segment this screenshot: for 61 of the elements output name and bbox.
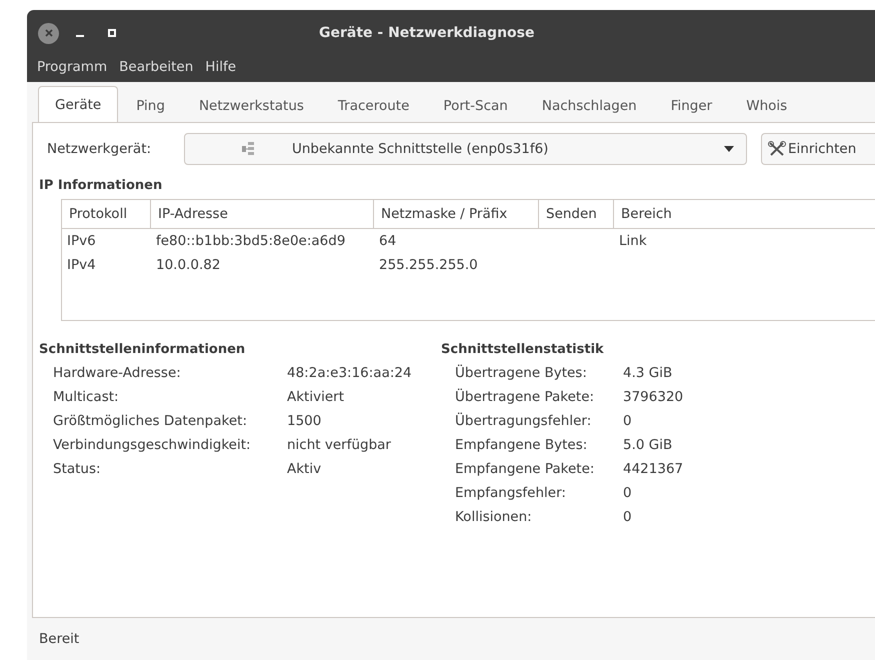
info-value: nicht verfügbar: [287, 436, 392, 455]
tools-icon: [768, 141, 786, 157]
table-cell-text: IPv4: [66, 257, 97, 273]
tab[interactable]: Port-Scan: [427, 89, 524, 123]
table-cell-text: 255.255.255.0: [378, 257, 479, 273]
stat-value: 5.0 GiB: [623, 436, 674, 455]
menu-item[interactable]: Hilfe: [203, 56, 246, 78]
table-cell-text: 10.0.0.82: [155, 257, 222, 273]
stat-label: Übertragene Bytes:: [455, 364, 588, 383]
configure-button[interactable]: Einrichten: [761, 133, 875, 165]
stat-value: 4.3 GiB: [623, 364, 674, 383]
info-value: Aktiv: [287, 460, 322, 479]
stat-value: 4421367: [623, 460, 684, 479]
table-cell-text: IPv6: [66, 233, 97, 249]
info-value: Aktiviert: [287, 388, 345, 407]
status-text: Bereit: [39, 631, 80, 647]
info-label: Status:: [53, 460, 102, 479]
device-dropdown[interactable]: Unbekannte Schnittstelle (enp0s31f6): [184, 133, 747, 165]
stat-label: Empfangsfehler:: [455, 484, 567, 503]
tab[interactable]: Netzwerkstatus: [182, 89, 320, 123]
caret-icon: [724, 146, 734, 152]
stat-value: 0: [623, 412, 633, 431]
tab[interactable]: Whois: [730, 89, 804, 123]
tab[interactable]: Geräte: [38, 86, 118, 123]
column-header[interactable]: IP-Adresse: [151, 200, 374, 228]
stat-label: Empfangene Pakete:: [455, 460, 596, 479]
info-label: Hardware-Adresse:: [53, 364, 182, 383]
section-heading: Schnittstellenstatistik: [440, 341, 605, 359]
column-header[interactable]: Senden: [539, 200, 614, 228]
stat-label: Übertragene Pakete:: [455, 388, 596, 407]
stat-value: 3796320: [623, 388, 684, 407]
info-label: Größtmögliches Datenpaket:: [53, 412, 248, 431]
window-title: Geräte - Netzwerkdiagnose: [319, 25, 534, 41]
stat-label: Kollisionen:: [455, 508, 533, 527]
tab[interactable]: Nachschlagen: [526, 89, 653, 123]
stat-value: 0: [623, 508, 633, 527]
table-cell-text: fe80::b1bb:3bd5:8e0e:a6d9: [155, 233, 346, 249]
stat-label: Übertragungsfehler:: [455, 412, 592, 431]
table-cell-text: 64: [378, 233, 398, 249]
column-header[interactable]: Bereich: [614, 200, 875, 228]
stat-label: Empfangene Bytes:: [455, 436, 588, 455]
column-header[interactable]: Netzmaske / Präfix: [374, 200, 539, 228]
section-heading: IP Informationen: [38, 177, 164, 195]
field-label: Netzwerkgerät:: [47, 141, 152, 157]
network-icon: [242, 142, 254, 156]
close-icon: [44, 28, 54, 38]
info-value: 1500: [287, 412, 322, 431]
info-label: Verbindungsgeschwindigkeit:: [53, 436, 252, 455]
tab[interactable]: Traceroute: [322, 89, 426, 123]
info-value: 48:2a:e3:16:aa:24: [287, 364, 413, 383]
close-button[interactable]: [38, 22, 59, 44]
stat-value: 0: [623, 484, 633, 503]
table-cell-text: Link: [618, 233, 648, 249]
tab[interactable]: Ping: [120, 89, 181, 123]
menu-item[interactable]: Programm: [35, 56, 118, 78]
maximize-icon: [108, 29, 116, 37]
menu-item[interactable]: Bearbeiten: [117, 56, 204, 78]
section-heading: Schnittstelleninformationen: [38, 341, 246, 359]
column-header[interactable]: Protokoll: [62, 200, 151, 228]
info-label: Multicast:: [53, 388, 120, 407]
tab[interactable]: Finger: [654, 89, 728, 123]
